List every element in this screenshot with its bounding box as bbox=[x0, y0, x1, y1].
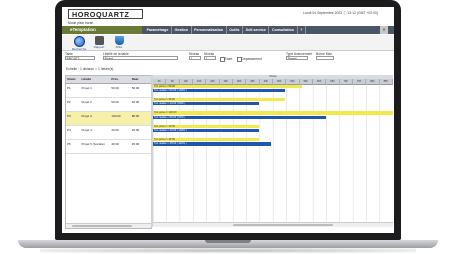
cell-prev: 40:00 bbox=[111, 141, 119, 146]
gantt-bar-planned[interactable]: Tps prévu = 50:00 bbox=[153, 84, 302, 88]
borne-max-field[interactable] bbox=[316, 56, 334, 60]
cell-lib: Projet 5 (Sociéte) bbox=[81, 141, 105, 146]
cell-statut: P3 bbox=[67, 113, 71, 118]
nav-item[interactable]: Paramétrage bbox=[144, 26, 172, 34]
toolbar-button-label: Rapport bbox=[93, 45, 105, 49]
table-row[interactable]: P4 Projet 4 40:00 40:00 bbox=[66, 126, 151, 140]
gantt-bar-actual[interactable]: Tps réalisé = 45:00 ( 112% ) bbox=[153, 142, 271, 146]
close-icon[interactable]: ✕ bbox=[380, 26, 388, 34]
type-avancement-select[interactable]: Temps bbox=[286, 56, 308, 60]
cell-prev: 50:00 bbox=[111, 99, 119, 104]
table-row[interactable]: P1 Projet 1 50:00 50:00 bbox=[66, 84, 151, 98]
gantt-bar-planned[interactable]: Tps prévu = 50:00 bbox=[153, 97, 285, 102]
project-grid: Statut Libellé Prév. Réal. P1 Projet 1 50:… bbox=[65, 75, 152, 229]
nav-item[interactable]: Consultation bbox=[269, 26, 298, 34]
scroll-thumb[interactable] bbox=[72, 224, 132, 228]
cell-lib: Projet 3 bbox=[81, 113, 92, 118]
datetime-label: Lundi 04 Septembre 2023 ⓘ 13:12 (GMT +02… bbox=[303, 11, 378, 15]
col-prevu[interactable]: Prév. bbox=[110, 76, 130, 83]
gantt-bar-actual[interactable]: Tps réalisé = 50:00 ( 100% ) bbox=[153, 88, 285, 93]
cell-real: 80:00 bbox=[131, 113, 140, 118]
gantt-bar-actual[interactable]: Tps réalisé = 40:00 ( 100% ) bbox=[153, 128, 259, 133]
ecart-label: Ecart bbox=[224, 56, 233, 61]
niveau2-field[interactable]: 1 bbox=[204, 56, 216, 60]
niveau-field[interactable]: 1 bbox=[189, 56, 201, 60]
gantt-body: Tps prévu = 50:00 Tps réalisé = 50:00 ( 1… bbox=[153, 83, 393, 227]
cell-statut: P2 bbox=[67, 99, 71, 104]
gantt-bar-planned[interactable]: Tps prévu = 100:00 bbox=[153, 111, 393, 115]
laptop-screen: HOROQUARTZ Lundi 04 Septembre 2023 ⓘ 13:… bbox=[62, 7, 394, 233]
nav-item[interactable]: Outils bbox=[227, 26, 244, 34]
app-logo: HOROQUARTZ bbox=[68, 9, 143, 19]
libelle-field[interactable]: Projet bbox=[103, 56, 178, 60]
project-grid-header: Statut Libellé Prév. Réal. bbox=[66, 76, 151, 84]
report-icon bbox=[94, 36, 104, 45]
grid-horizontal-scrollbar[interactable] bbox=[66, 223, 151, 228]
nav-item[interactable]: Personnalisation bbox=[192, 26, 227, 34]
laptop-notch bbox=[205, 240, 251, 243]
filters-panel: Table PROJET Libellé de la table Projet … bbox=[65, 52, 391, 66]
fullscreen-mode-link[interactable]: Mode plein écran bbox=[68, 21, 93, 25]
table-select[interactable]: PROJET bbox=[65, 56, 95, 60]
scroll-thumb[interactable] bbox=[233, 223, 333, 227]
cell-statut: P4 bbox=[67, 127, 71, 132]
col-realise[interactable]: Réal. bbox=[131, 76, 151, 83]
toolbar-button[interactable]: Recherche bbox=[70, 36, 88, 51]
cell-prev: 40:00 bbox=[111, 127, 119, 132]
cell-lib: Projet 2 bbox=[81, 99, 92, 104]
col-statut[interactable]: Statut bbox=[66, 76, 81, 83]
cell-real: 45:00 bbox=[131, 141, 140, 146]
project-grid-body: P1 Projet 1 50:00 50:00 P2 Projet 2 50:00 40:00… bbox=[66, 84, 151, 154]
toolbar-button-label: Filtre bbox=[115, 45, 123, 49]
cell-lib: Projet 1 bbox=[81, 85, 92, 90]
table-row[interactable]: P5 Projet 5 (Sociéte) 40:00 45:00 bbox=[66, 140, 151, 154]
toolbar-button[interactable]: Filtre bbox=[110, 36, 128, 49]
gantt-bar-actual[interactable]: Tps réalisé = 80:00 ( 80% ) bbox=[153, 115, 326, 119]
col-libelle[interactable]: Libellé bbox=[81, 76, 111, 83]
table-row[interactable]: P2 Projet 2 50:00 40:00 bbox=[66, 98, 151, 112]
cell-real: 40:00 bbox=[131, 127, 140, 132]
cell-statut: P5 bbox=[67, 141, 71, 146]
scale-select[interactable]: Echelle : 1 division = 1 heure(s) bbox=[66, 67, 113, 71]
cell-statut: P1 bbox=[67, 85, 71, 90]
module-title[interactable]: eTemptation bbox=[62, 26, 142, 34]
cell-real: 50:00 bbox=[131, 85, 140, 90]
gantt-bar-actual[interactable]: Tps réalisé = 40:00 ( 80% ) bbox=[153, 102, 259, 106]
search-icon bbox=[73, 36, 85, 47]
toolbar-button[interactable]: Rapport bbox=[90, 36, 108, 49]
filter-icon bbox=[114, 36, 124, 45]
toolbar: Recherche Rapport Filtre bbox=[62, 35, 394, 51]
gantt-bar-planned[interactable]: Tps prévu = 40:00 bbox=[153, 124, 259, 129]
cell-lib: Projet 4 bbox=[81, 127, 92, 132]
nav-menu: Paramétrage Gestion Personnalisation Outils… bbox=[144, 26, 306, 34]
nav-item[interactable]: Gestion bbox=[172, 26, 192, 34]
table-row[interactable]: P3 Projet 3 100:00 80:00 bbox=[66, 111, 151, 126]
toolbar-button-label: Recherche bbox=[71, 47, 87, 51]
nav-item[interactable]: Self-service bbox=[243, 26, 270, 34]
gantt-chart: Durée 0h 5h 10h 15h 20h 25h 30h 35h 40h 45h 50h 55h… bbox=[153, 75, 393, 227]
cell-real: 40:00 bbox=[131, 99, 140, 104]
nav-item[interactable]: ? bbox=[298, 26, 306, 34]
depassement-label: Dépassement bbox=[241, 56, 262, 61]
gantt-horizontal-scrollbar[interactable] bbox=[153, 222, 393, 227]
laptop-shadow bbox=[40, 248, 416, 253]
gantt-bar-planned[interactable]: Tps prévu = 40:00 bbox=[153, 138, 259, 142]
cell-prev: 100:00 bbox=[111, 113, 121, 118]
cell-prev: 50:00 bbox=[111, 85, 119, 90]
